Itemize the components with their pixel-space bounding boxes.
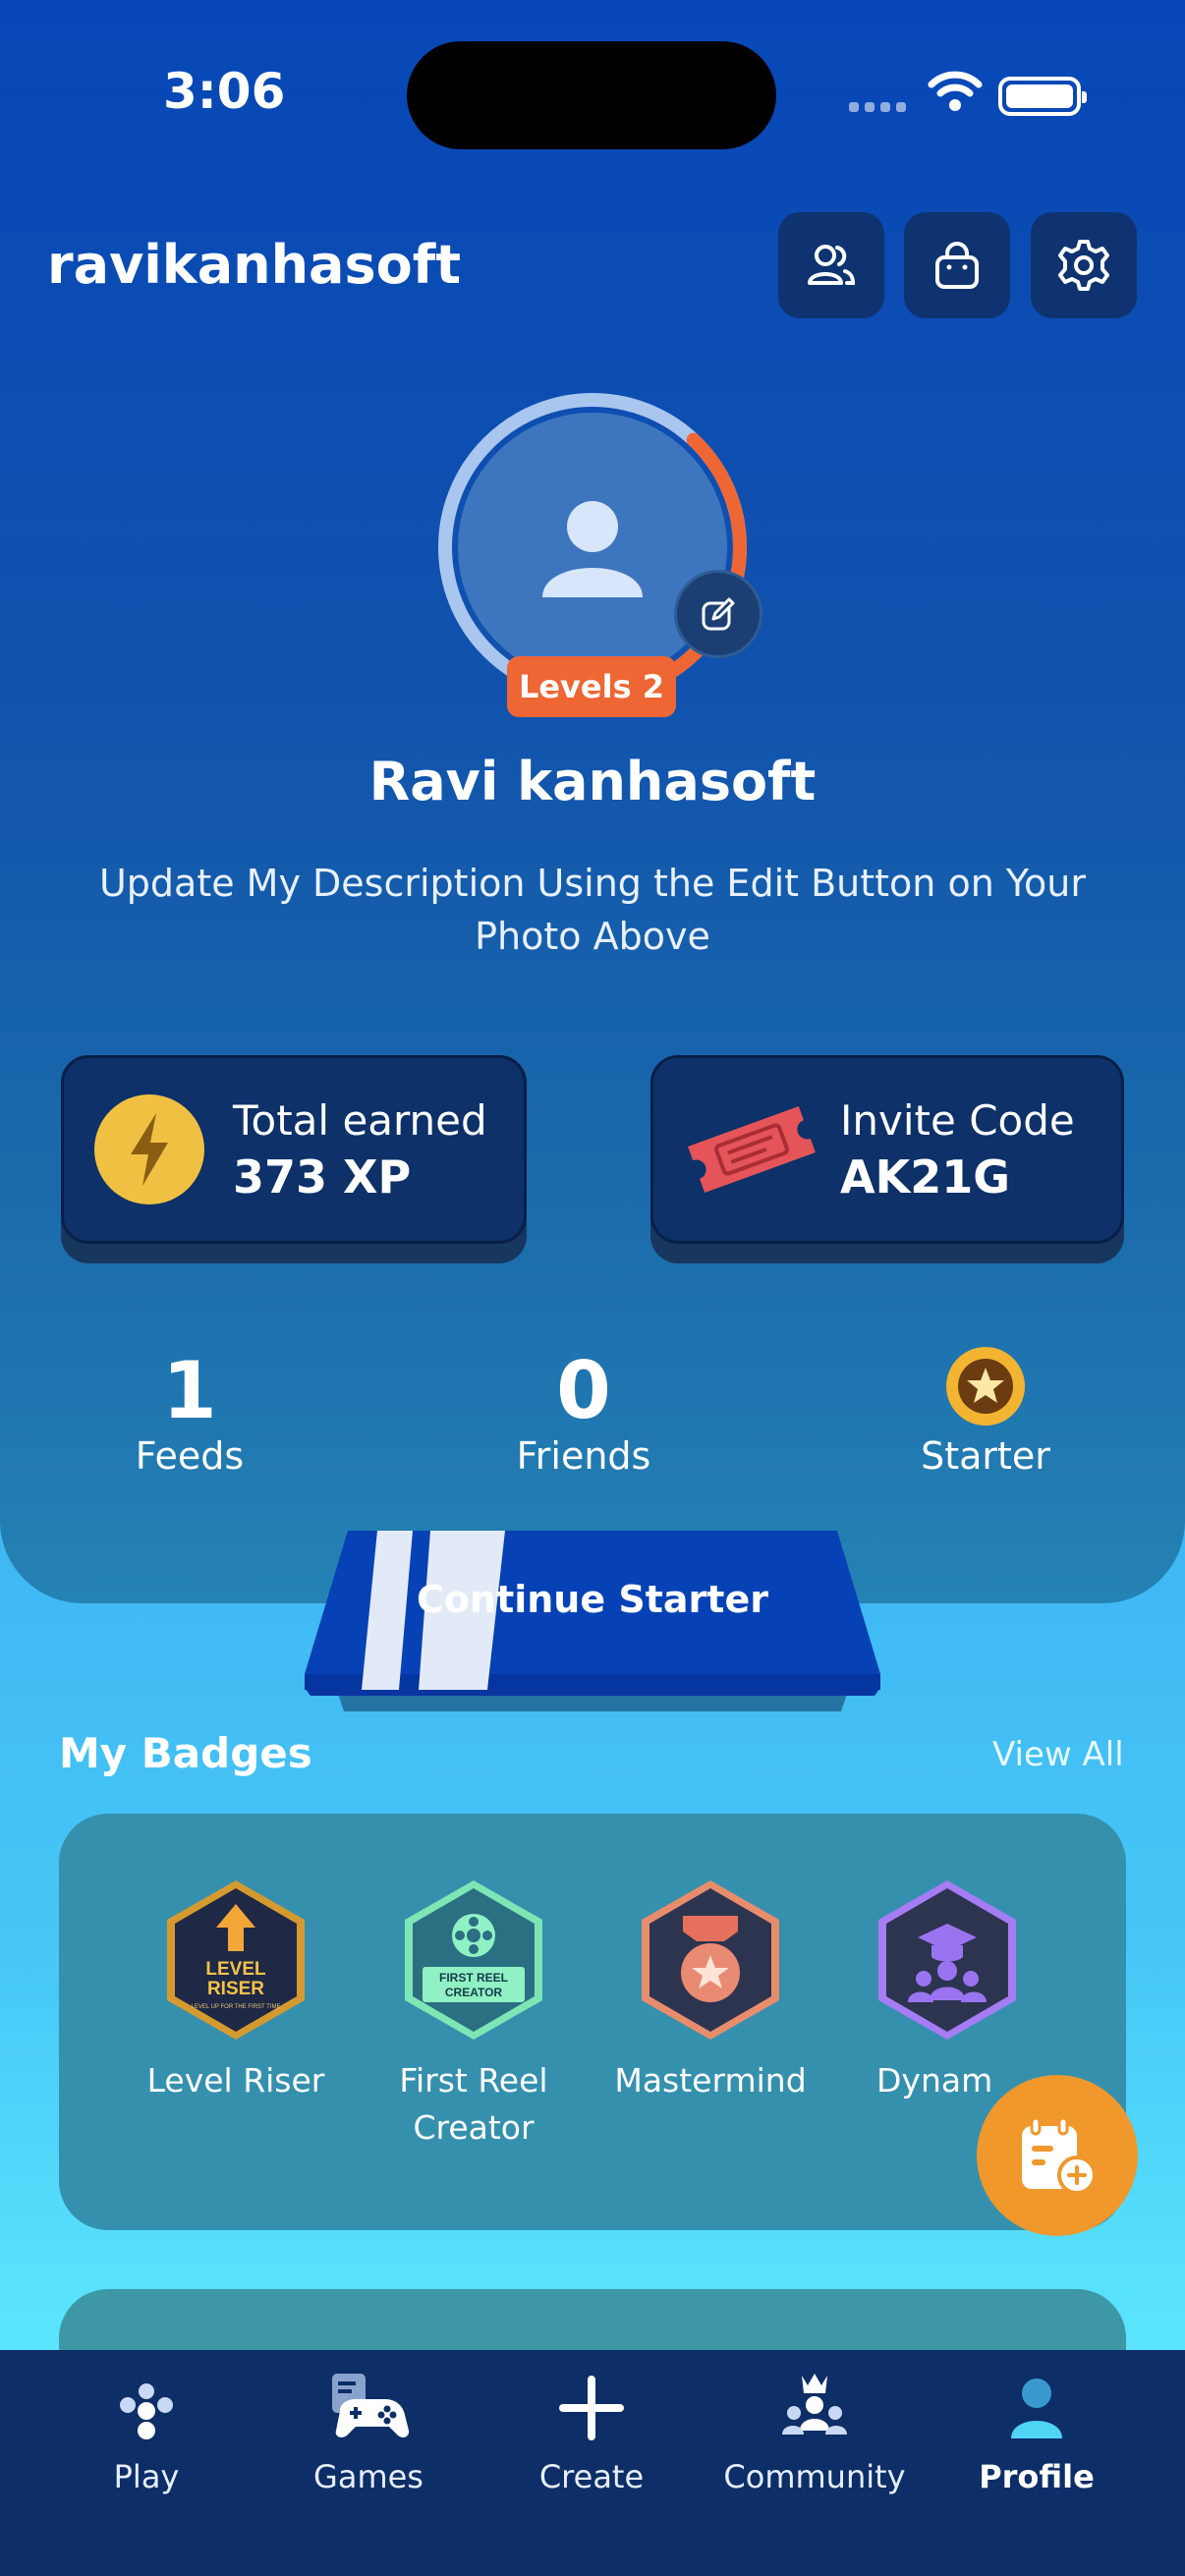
battery-icon [998, 77, 1087, 116]
tab-label: Play [113, 2458, 180, 2495]
view-all-badges-link[interactable]: View All [992, 1735, 1124, 1774]
invite-code-label: Invite Code [840, 1095, 1075, 1145]
status-time: 3:06 [163, 63, 286, 120]
badges-title: My Badges [59, 1729, 312, 1777]
level-badge: Levels 2 [507, 656, 676, 717]
calendar-add-icon [1022, 2116, 1097, 2195]
badge-art-text: LEVEL UP FOR THE FIRST TIME [191, 2004, 280, 2010]
star-medal-icon [946, 1347, 1025, 1426]
play-people-icon [120, 2383, 173, 2439]
gamepad-icon [332, 2374, 410, 2437]
friends-stat[interactable]: 0 Friends [485, 1345, 682, 1479]
plus-icon [559, 2376, 624, 2440]
feeds-stat[interactable]: 1 Feeds [91, 1345, 288, 1479]
shopping-bag-icon [935, 242, 979, 289]
badge-name: First Reel Creator [399, 2061, 548, 2147]
total-earned-card: Total earned 373 XP [61, 1055, 527, 1244]
badge-art-text: LEVEL [205, 1959, 266, 1980]
invite-code-card[interactable]: Invite Code AK21G [650, 1055, 1124, 1244]
tab-games[interactable]: Games [257, 2358, 480, 2495]
badge-name: Mastermind [614, 2061, 807, 2100]
badge-mastermind[interactable]: Mastermind [592, 1876, 828, 2104]
starter-stat[interactable]: Starter [868, 1346, 1103, 1478]
dynamic-island [407, 41, 776, 149]
lightning-icon [94, 1094, 204, 1204]
feeds-label: Feeds [135, 1434, 245, 1478]
profile-icon [1011, 2379, 1062, 2438]
ticket-icon [688, 1105, 816, 1194]
settings-button[interactable] [1031, 212, 1137, 318]
tab-label: Games [313, 2458, 423, 2495]
badge-first-reel-creator[interactable]: FIRST REEL CREATOR First Reel Creator [356, 1876, 592, 2152]
users-icon [808, 245, 856, 285]
badge-name: Level Riser [146, 2061, 325, 2100]
tab-label: Community [723, 2458, 906, 2495]
daily-tasks-fab[interactable] [977, 2075, 1138, 2236]
badge-art-text: FIRST REEL [439, 1971, 508, 1985]
profile-description: Update My Description Using the Edit But… [98, 862, 1086, 958]
badge-level-riser[interactable]: LEVEL RISER LEVEL UP FOR THE FIRST TIME … [118, 1876, 354, 2104]
edit-avatar-button[interactable] [674, 570, 762, 658]
edit-icon [702, 597, 735, 631]
gear-icon [1058, 240, 1109, 291]
badge-dynamo[interactable]: Dynam [829, 1876, 1065, 2104]
header-username: ravikanhasoft [47, 234, 462, 296]
friends-label: Friends [516, 1434, 651, 1478]
tab-profile[interactable]: Profile [926, 2358, 1148, 2495]
badge-art-text: CREATOR [445, 1986, 503, 1999]
mastermind-badge-icon [642, 1880, 779, 2040]
badge-art-text: RISER [207, 1979, 264, 1999]
tab-community[interactable]: Community [704, 2358, 926, 2495]
signal-icon [849, 102, 906, 112]
user-placeholder-icon [542, 501, 643, 597]
friends-count: 0 [556, 1345, 611, 1436]
wifi-icon [928, 69, 983, 116]
continue-starter-button[interactable] [305, 1529, 880, 1715]
tab-label: Create [538, 2458, 645, 2495]
tab-label: Profile [979, 2458, 1095, 2495]
total-earned-label: Total earned [233, 1095, 487, 1145]
feeds-count: 1 [162, 1345, 217, 1436]
community-crown-icon [782, 2374, 847, 2435]
level-riser-badge-icon: LEVEL RISER LEVEL UP FOR THE FIRST TIME [167, 1880, 305, 2040]
starter-label: Starter [921, 1434, 1050, 1478]
dynamo-badge-icon [878, 1880, 1016, 2040]
first-reel-badge-icon: FIRST REEL CREATOR [405, 1880, 542, 2040]
continue-starter-label: Continue Starter [417, 1578, 768, 1621]
friends-button[interactable] [778, 212, 884, 318]
shop-button[interactable] [904, 212, 1010, 318]
tab-play[interactable]: Play [35, 2358, 257, 2495]
invite-code-value: AK21G [840, 1149, 1011, 1204]
display-name: Ravi kanhasoft [368, 751, 817, 812]
total-earned-value: 373 XP [233, 1149, 412, 1204]
tab-create[interactable]: Create [480, 2358, 703, 2495]
